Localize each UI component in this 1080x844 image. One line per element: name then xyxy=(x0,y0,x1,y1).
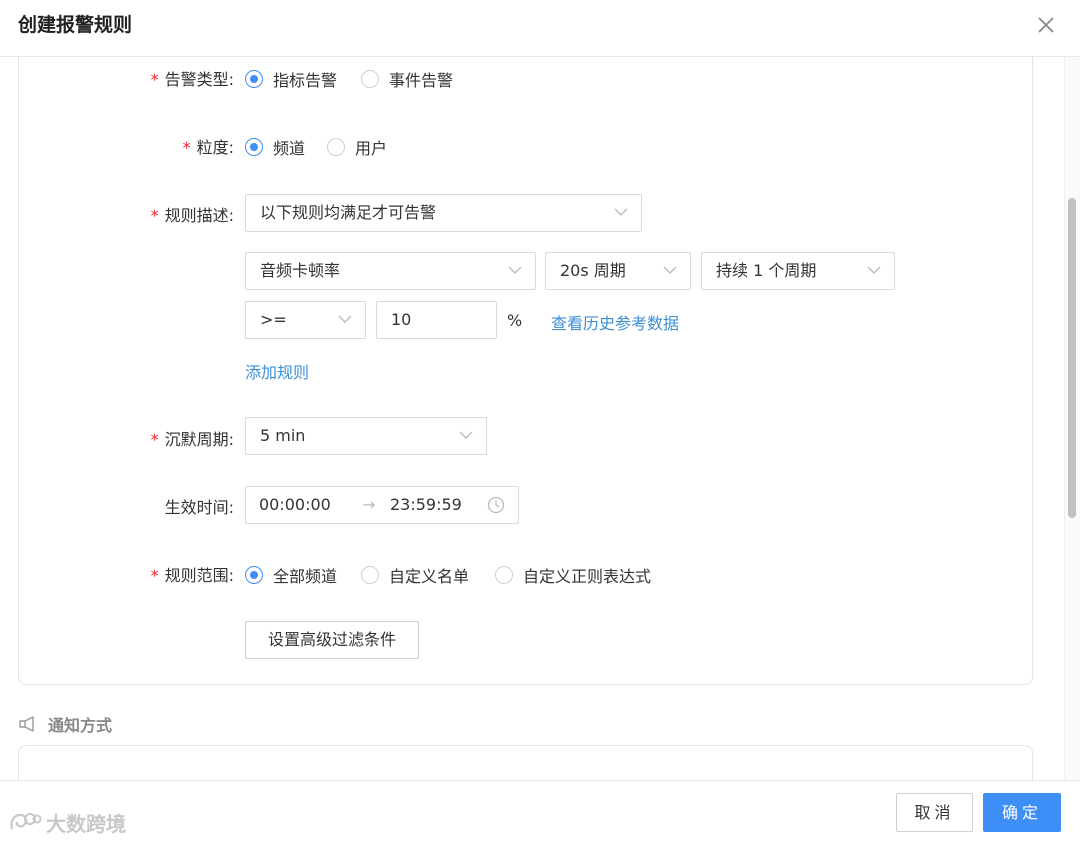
rule-desc-label: * 规则描述: xyxy=(150,206,234,225)
watermark-logo-icon xyxy=(10,812,42,829)
close-icon[interactable] xyxy=(1034,13,1058,37)
clock-icon xyxy=(487,496,505,514)
history-data-link[interactable]: 查看历史参考数据 xyxy=(551,310,679,334)
start-time-input[interactable]: 00:00:00 xyxy=(259,487,331,523)
scrollbar-thumb[interactable] xyxy=(1068,198,1076,518)
alert-type-metric-radio[interactable]: 指标告警 xyxy=(245,67,337,91)
duration-select[interactable]: 持续 1 个周期 xyxy=(701,252,895,290)
dialog-header: 创建报警规则 xyxy=(0,0,1080,57)
dialog-title: 创建报警规则 xyxy=(18,14,133,36)
chevron-down-icon xyxy=(663,266,677,274)
chevron-down-icon xyxy=(338,315,352,323)
rule-mode-select[interactable]: 以下规则均满足才可告警 xyxy=(245,194,642,232)
chevron-down-icon xyxy=(459,431,473,439)
granularity-user-radio[interactable]: 用户 xyxy=(327,135,387,159)
cancel-button[interactable]: 取消 xyxy=(896,793,973,832)
granularity-channel-radio[interactable]: 频道 xyxy=(245,135,305,159)
scope-custom-list-radio[interactable]: 自定义名单 xyxy=(361,563,469,587)
scope-regex-radio[interactable]: 自定义正则表达式 xyxy=(495,563,651,587)
unit-label: % xyxy=(507,311,523,330)
operator-select[interactable]: >= xyxy=(245,301,366,339)
alert-type-label: * 告警类型: xyxy=(150,70,234,89)
metric-select[interactable]: 音频卡顿率 xyxy=(245,252,536,290)
advanced-filter-button[interactable]: 设置高级过滤条件 xyxy=(245,621,419,659)
time-range-picker[interactable]: 00:00:00 → 23:59:59 xyxy=(245,486,519,524)
confirm-button[interactable]: 确定 xyxy=(983,793,1061,832)
chevron-down-icon xyxy=(508,266,522,274)
notify-section-title: 通知方式 xyxy=(18,712,112,736)
chevron-down-icon xyxy=(867,266,881,274)
effective-time-label: 生效时间: xyxy=(164,498,234,517)
add-rule-link[interactable]: 添加规则 xyxy=(245,359,309,383)
threshold-input[interactable]: 10 xyxy=(376,301,497,339)
rule-card xyxy=(18,57,1033,685)
range-arrow: → xyxy=(362,495,376,514)
granularity-label: * 粒度: xyxy=(182,138,234,157)
silence-select[interactable]: 5 min xyxy=(245,417,487,455)
period-select[interactable]: 20s 周期 xyxy=(545,252,691,290)
dialog-body: * 告警类型: 指标告警 事件告警 * 粒度: 频道 用户 * 规则描述: 以下规则均… xyxy=(0,57,1080,780)
chevron-down-icon xyxy=(614,208,628,216)
end-time-input[interactable]: 23:59:59 xyxy=(390,487,462,523)
watermark: 大数跨境 xyxy=(8,808,126,837)
scope-label: * 规则范围: xyxy=(150,566,234,585)
alert-type-event-radio[interactable]: 事件告警 xyxy=(361,67,453,91)
silence-label: * 沉默周期: xyxy=(150,430,234,449)
scope-all-radio[interactable]: 全部频道 xyxy=(245,563,337,587)
megaphone-icon xyxy=(19,716,34,732)
